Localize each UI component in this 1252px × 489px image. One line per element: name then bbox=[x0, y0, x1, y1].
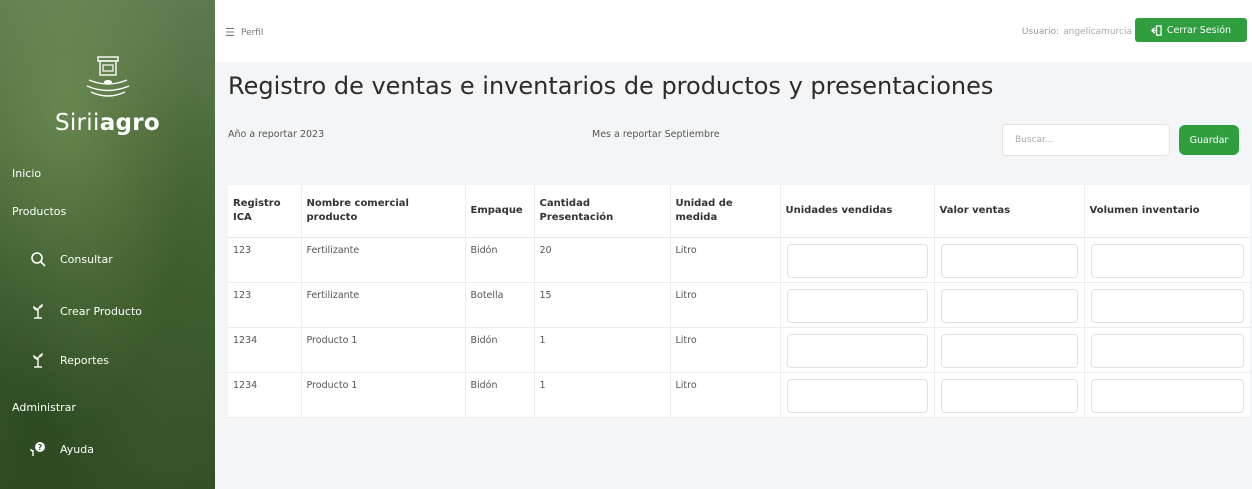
sales-value-input[interactable] bbox=[940, 288, 1078, 323]
cell-inventory-volume bbox=[1084, 372, 1250, 418]
table-header-row: Registro ICA Nombre comercial producto E… bbox=[228, 185, 1250, 238]
column-header: Registro ICA bbox=[228, 185, 302, 238]
cell-inventory-volume bbox=[1084, 237, 1250, 283]
sales-value-input[interactable] bbox=[940, 378, 1078, 413]
cell-sales-value bbox=[934, 372, 1085, 418]
cell-ica: 123 bbox=[228, 282, 302, 328]
cell-unit: Litro bbox=[670, 327, 781, 373]
cell-sales-value bbox=[934, 237, 1085, 283]
main-content: Registro de ventas e inventarios de prod… bbox=[215, 62, 1252, 489]
search-input[interactable] bbox=[1002, 124, 1170, 156]
sidebar-section-administrar[interactable]: Administrar bbox=[12, 401, 76, 414]
cell-name: Producto 1 bbox=[301, 372, 466, 418]
logout-button[interactable]: Cerrar Sesión bbox=[1135, 18, 1247, 42]
cell-quantity: 1 bbox=[534, 372, 671, 418]
sales-value-input[interactable] bbox=[940, 243, 1078, 278]
units-sold-input[interactable] bbox=[786, 243, 928, 278]
cell-ica: 123 bbox=[228, 237, 302, 283]
sidebar-item-label: Crear Producto bbox=[60, 304, 142, 318]
user-prefix: Usuario: bbox=[1021, 27, 1060, 37]
cell-units-sold bbox=[780, 282, 935, 328]
inventory-volume-input[interactable] bbox=[1090, 333, 1244, 368]
cell-units-sold bbox=[780, 372, 935, 418]
cell-units-sold bbox=[780, 237, 935, 283]
cell-name: Producto 1 bbox=[301, 327, 466, 373]
cell-unit: Litro bbox=[670, 282, 781, 328]
cell-sales-value bbox=[934, 282, 1085, 328]
column-header: Unidad de medida bbox=[670, 185, 781, 238]
units-sold-input[interactable] bbox=[786, 378, 928, 413]
username: angelicamurcia bbox=[1063, 27, 1132, 37]
cell-inventory-volume bbox=[1084, 327, 1250, 373]
cell-units-sold bbox=[780, 327, 935, 373]
logout-label: Cerrar Sesión bbox=[1166, 24, 1232, 36]
cell-unit: Litro bbox=[670, 372, 781, 418]
cell-name: Fertilizante bbox=[301, 237, 466, 283]
sidebar-item-crear-producto[interactable]: Crear Producto bbox=[30, 303, 142, 319]
column-header: Cantidad Presentación bbox=[534, 185, 671, 238]
column-header: Unidades vendidas bbox=[780, 185, 935, 238]
column-header: Valor ventas bbox=[934, 185, 1085, 238]
sidebar-item-consultar[interactable]: Consultar bbox=[30, 251, 113, 267]
cell-unit: Litro bbox=[670, 237, 781, 283]
units-sold-input[interactable] bbox=[786, 333, 928, 368]
cell-ica: 1234 bbox=[228, 372, 302, 418]
sidebar-section-inicio[interactable]: Inicio bbox=[12, 167, 41, 180]
logo-icon bbox=[86, 56, 129, 97]
cell-name: Fertilizante bbox=[301, 282, 466, 328]
search-icon bbox=[31, 252, 46, 267]
menu-toggle[interactable]: ☰ Perfil bbox=[225, 26, 263, 39]
table-row: 123 Fertilizante Botella 15 Litro bbox=[228, 282, 1250, 328]
cell-package: Botella bbox=[465, 282, 535, 328]
inventory-volume-input[interactable] bbox=[1090, 378, 1244, 413]
sidebar-section-productos[interactable]: Productos bbox=[12, 205, 66, 218]
help-icon: ? bbox=[30, 442, 45, 456]
sidebar-item-reportes[interactable]: Reportes bbox=[30, 352, 109, 368]
page-title: Registro de ventas e inventarios de prod… bbox=[228, 72, 994, 100]
cell-inventory-volume bbox=[1084, 282, 1250, 328]
table-row: 1234 Producto 1 Bidón 1 Litro bbox=[228, 372, 1250, 418]
cell-package: Bidón bbox=[465, 372, 535, 418]
sidebar-item-label: Consultar bbox=[60, 252, 113, 266]
topbar: ☰ Perfil Usuario: angelicamurcia Cerrar S… bbox=[215, 0, 1252, 62]
plant-icon bbox=[33, 304, 43, 319]
sidebar-item-ayuda[interactable]: ? Ayuda bbox=[30, 441, 94, 457]
cell-package: Bidón bbox=[465, 237, 535, 283]
save-button[interactable]: Guardar bbox=[1179, 125, 1239, 155]
table-row: 123 Fertilizante Bidón 20 Litro bbox=[228, 237, 1250, 283]
cell-quantity: 15 bbox=[534, 282, 671, 328]
cell-sales-value bbox=[934, 327, 1085, 373]
cell-quantity: 20 bbox=[534, 237, 671, 283]
cell-quantity: 1 bbox=[534, 327, 671, 373]
svg-text:?: ? bbox=[38, 443, 43, 452]
column-header: Empaque bbox=[465, 185, 535, 238]
cell-package: Bidón bbox=[465, 327, 535, 373]
sales-value-input[interactable] bbox=[940, 333, 1078, 368]
plant-icon bbox=[33, 353, 43, 368]
inventory-volume-input[interactable] bbox=[1090, 243, 1244, 278]
sales-inventory-table: Registro ICA Nombre comercial producto E… bbox=[228, 185, 1250, 418]
column-header: Volumen inventario bbox=[1084, 185, 1250, 238]
table-row: 1234 Producto 1 Bidón 1 Litro bbox=[228, 327, 1250, 373]
inventory-volume-input[interactable] bbox=[1090, 288, 1244, 323]
units-sold-input[interactable] bbox=[786, 288, 928, 323]
sidebar: Siriiagro Inicio Productos Consultar Cre… bbox=[0, 0, 215, 489]
user-info: Usuario: angelicamurcia bbox=[1022, 27, 1132, 37]
report-year: Año a reportar 2023 bbox=[228, 129, 325, 140]
report-month: Mes a reportar Septiembre bbox=[592, 129, 720, 140]
hamburger-icon: ☰ bbox=[225, 26, 235, 39]
cell-ica: 1234 bbox=[228, 327, 302, 373]
sidebar-item-label: Reportes bbox=[60, 353, 109, 367]
column-header: Nombre comercial producto bbox=[301, 185, 466, 238]
sidebar-item-label: Ayuda bbox=[60, 442, 94, 456]
menu-label: Perfil bbox=[240, 27, 264, 38]
brand-logo[interactable]: Siriiagro bbox=[0, 56, 215, 136]
brand-name: Siriiagro bbox=[54, 110, 161, 136]
logout-icon bbox=[1150, 24, 1162, 36]
